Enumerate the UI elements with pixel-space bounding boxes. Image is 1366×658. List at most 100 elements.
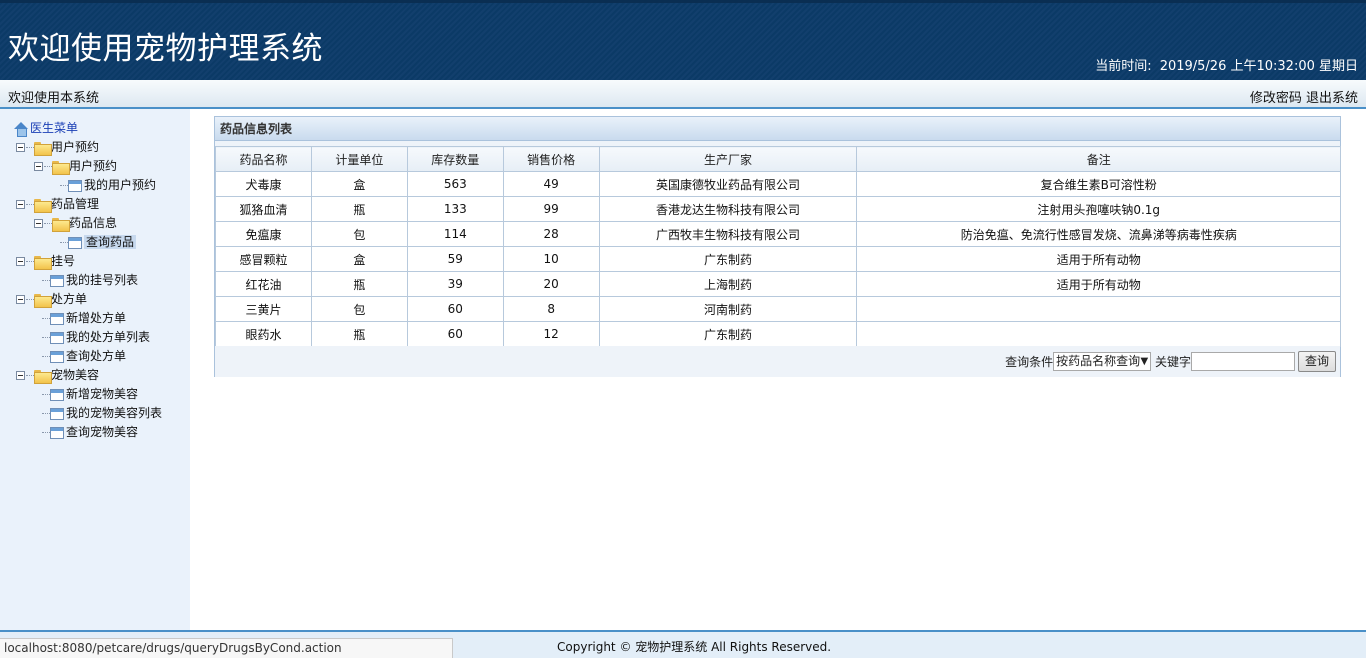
menu-item-label: 查询药品 bbox=[84, 235, 137, 249]
sidebar-menu: 医生菜单 用户预约 用户预约 我的用户预约 药品管理 药品信息 查询药品 挂号 … bbox=[0, 109, 190, 630]
collapse-icon[interactable] bbox=[16, 200, 25, 209]
table-row: 犬毒康盒 563 49 英国康德牧业药品有限公司 复合维生素B可溶性粉 bbox=[215, 171, 1341, 197]
browser-status-bar: localhost:8080/petcare/drugs/queryDrugsB… bbox=[0, 638, 453, 658]
table-cell bbox=[856, 321, 1341, 347]
collapse-icon[interactable] bbox=[34, 219, 43, 228]
table-cell: 瓶 bbox=[310, 271, 408, 297]
menu-root-label: 医生菜单 bbox=[30, 121, 79, 135]
menu-item-my-registrations[interactable]: 我的挂号列表 bbox=[14, 271, 162, 290]
table-cell: 60 bbox=[406, 296, 504, 322]
folder-icon bbox=[52, 217, 70, 232]
table-row: 免瘟康包 114 28 广西牧丰生物科技有限公司 防治免瘟、免流行性感冒发烧、流鼻涕等病… bbox=[215, 221, 1341, 247]
column-header: 生产厂家 bbox=[598, 146, 858, 172]
menu-group-registration[interactable]: 挂号 bbox=[14, 252, 162, 271]
menu-group-drugs[interactable]: 药品管理 bbox=[14, 195, 162, 214]
table-cell: 感冒颗粒 bbox=[215, 246, 312, 272]
menu-item-query-drugs[interactable]: 查询药品 bbox=[14, 233, 162, 252]
menu-group-label: 挂号 bbox=[51, 254, 76, 268]
column-header: 库存数量 bbox=[406, 146, 504, 172]
query-condition-label: 查询条件 bbox=[1005, 355, 1054, 369]
query-button[interactable]: 查询 bbox=[1297, 351, 1336, 372]
table-cell: 包 bbox=[310, 296, 408, 322]
table-row: 狐狢血清瓶 133 99 香港龙达生物科技有限公司 注射用头孢噻呋钠0.1g bbox=[215, 196, 1341, 222]
keyword-input[interactable] bbox=[1190, 352, 1295, 371]
keyword-label: 关键字 bbox=[1154, 355, 1191, 369]
table-cell: 红花油 bbox=[215, 271, 312, 297]
table-cell: 133 bbox=[406, 196, 504, 222]
table-row: 三黄片包 60 8 河南制药 bbox=[215, 296, 1341, 322]
table-cell: 包 bbox=[310, 221, 408, 247]
collapse-icon[interactable] bbox=[16, 143, 25, 152]
logout-link[interactable]: 退出系统 bbox=[1306, 91, 1358, 106]
table-cell: 20 bbox=[502, 271, 600, 297]
menu-item-label: 我的宠物美容列表 bbox=[66, 406, 163, 420]
page-icon bbox=[50, 312, 64, 325]
table-cell: 广东制药 bbox=[598, 321, 858, 347]
menu-group-label: 用户预约 bbox=[51, 140, 100, 154]
drug-table: 药品名称 计量单位 库存数量 销售价格 生产厂家 备注 犬毒康盒 563 49 英国康… bbox=[215, 146, 1341, 347]
menu-item-query-grooming[interactable]: 查询宠物美容 bbox=[14, 423, 162, 442]
table-cell: 99 bbox=[502, 196, 600, 222]
table-cell: 广西牧丰生物科技有限公司 bbox=[598, 221, 858, 247]
query-condition-select[interactable]: 按药品名称查询 ▼ bbox=[1053, 352, 1152, 371]
collapse-icon[interactable] bbox=[16, 257, 25, 266]
table-cell: 上海制药 bbox=[598, 271, 858, 297]
folder-icon bbox=[34, 255, 52, 270]
dropdown-arrow-icon: ▼ bbox=[1140, 356, 1149, 367]
table-row: 感冒颗粒盒 59 10 广东制药 适用于所有动物 bbox=[215, 246, 1341, 272]
menu-item-label: 查询处方单 bbox=[66, 349, 127, 363]
page-icon bbox=[68, 179, 82, 192]
menu-item-new-grooming[interactable]: 新增宠物美容 bbox=[14, 385, 162, 404]
menu-group-label: 处方单 bbox=[51, 292, 88, 306]
table-cell: 114 bbox=[406, 221, 504, 247]
table-cell: 盒 bbox=[310, 246, 408, 272]
query-condition-value: 按药品名称查询 bbox=[1056, 354, 1141, 368]
table-cell: 8 bbox=[502, 296, 600, 322]
folder-icon bbox=[52, 160, 70, 175]
menu-subgroup-label: 用户预约 bbox=[69, 159, 118, 173]
table-cell: 狐狢血清 bbox=[215, 196, 312, 222]
menu-subgroup-appointments[interactable]: 用户预约 bbox=[14, 157, 162, 176]
table-cell: 瓶 bbox=[310, 196, 408, 222]
page-icon bbox=[50, 426, 64, 439]
collapse-icon[interactable] bbox=[34, 162, 43, 171]
table-cell: 广东制药 bbox=[598, 246, 858, 272]
column-header: 备注 bbox=[856, 146, 1341, 172]
menu-item-label: 新增处方单 bbox=[66, 311, 127, 325]
folder-icon bbox=[34, 141, 52, 156]
page-icon bbox=[50, 350, 64, 363]
menu-item-my-appointments[interactable]: 我的用户预约 bbox=[14, 176, 162, 195]
table-cell: 英国康德牧业药品有限公司 bbox=[598, 171, 858, 197]
column-header: 计量单位 bbox=[310, 146, 408, 172]
menu-group-prescriptions[interactable]: 处方单 bbox=[14, 290, 162, 309]
menu-group-appointments[interactable]: 用户预约 bbox=[14, 138, 162, 157]
menu-group-grooming[interactable]: 宠物美容 bbox=[14, 366, 162, 385]
menu-subgroup-drug-info[interactable]: 药品信息 bbox=[14, 214, 162, 233]
column-header: 药品名称 bbox=[215, 146, 312, 172]
menu-root[interactable]: 医生菜单 bbox=[14, 119, 162, 138]
drug-list-panel: 药品信息列表 药品名称 计量单位 库存数量 销售价格 生产厂家 备注 犬毒康盒 5… bbox=[214, 116, 1341, 377]
table-cell: 眼药水 bbox=[215, 321, 312, 347]
change-password-link[interactable]: 修改密码 bbox=[1250, 91, 1302, 106]
menu-item-my-prescriptions[interactable]: 我的处方单列表 bbox=[14, 328, 162, 347]
menu-item-query-prescriptions[interactable]: 查询处方单 bbox=[14, 347, 162, 366]
app-title: 欢迎使用宠物护理系统 bbox=[8, 31, 323, 67]
table-cell: 盒 bbox=[310, 171, 408, 197]
page-icon bbox=[50, 407, 64, 420]
menu-item-new-prescription[interactable]: 新增处方单 bbox=[14, 309, 162, 328]
column-header: 销售价格 bbox=[502, 146, 600, 172]
query-bar: 查询条件 按药品名称查询 ▼ 关键字 查询 bbox=[215, 346, 1340, 377]
table-cell: 563 bbox=[406, 171, 504, 197]
collapse-icon[interactable] bbox=[16, 295, 25, 304]
folder-icon bbox=[34, 369, 52, 384]
collapse-icon[interactable] bbox=[16, 371, 25, 380]
table-cell: 39 bbox=[406, 271, 504, 297]
copyright-text: Copyright © 宠物护理系统 All Rights Reserved. bbox=[557, 640, 832, 654]
table-cell: 49 bbox=[502, 171, 600, 197]
table-cell: 12 bbox=[502, 321, 600, 347]
table-cell: 香港龙达生物科技有限公司 bbox=[598, 196, 858, 222]
current-time: 当前时间: 2019/5/26 上午10:32:00 星期日 bbox=[1095, 55, 1358, 74]
menu-item-my-grooming[interactable]: 我的宠物美容列表 bbox=[14, 404, 162, 423]
table-cell: 瓶 bbox=[310, 321, 408, 347]
home-icon bbox=[14, 121, 29, 137]
